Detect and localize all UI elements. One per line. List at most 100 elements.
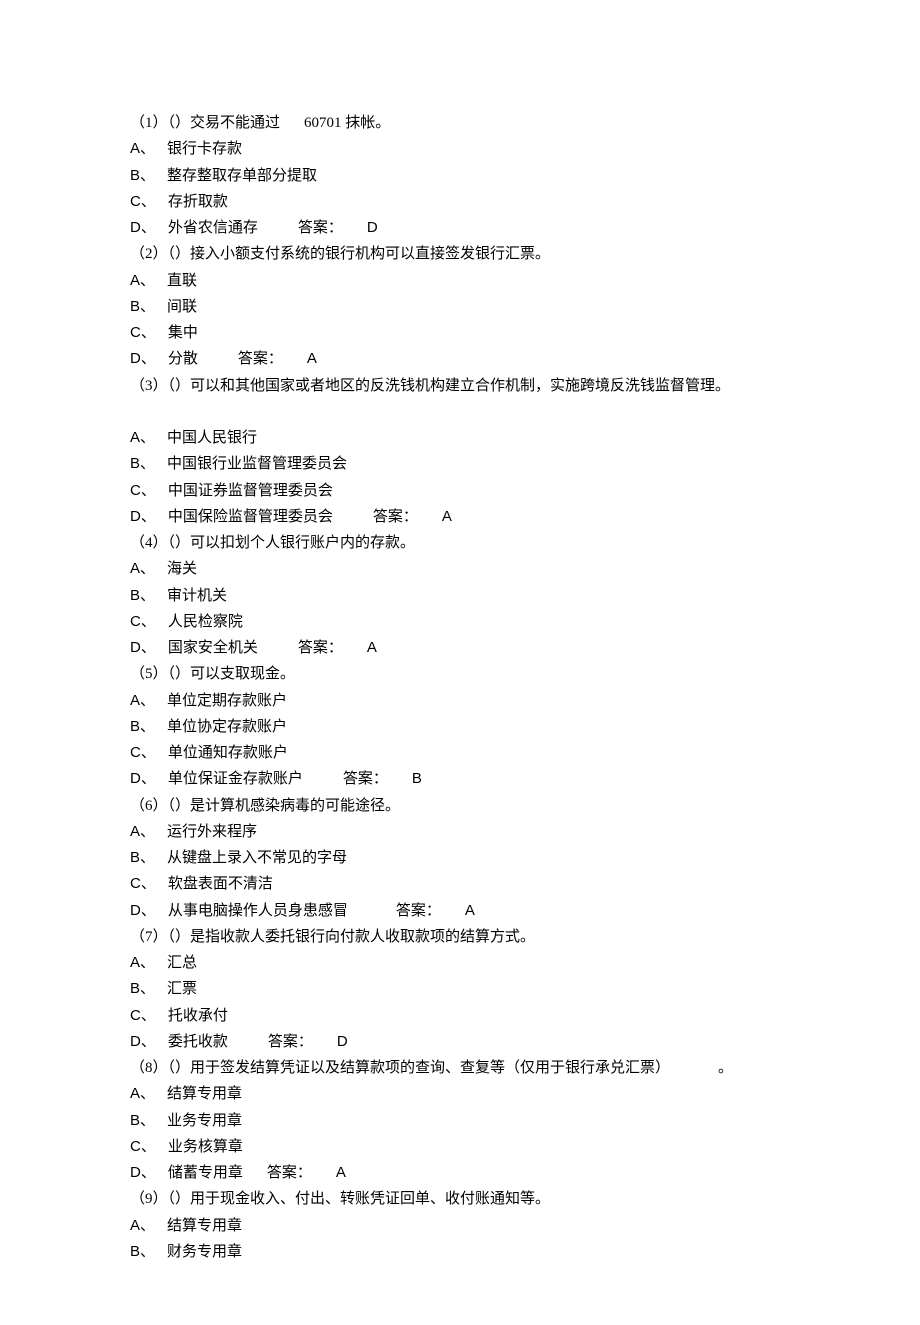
option-text: 从键盘上录入不常见的字母	[167, 850, 347, 866]
option-text: 储蓄专用章	[168, 1165, 243, 1181]
option-label: A、	[130, 140, 155, 157]
option-text: 海关	[167, 561, 197, 577]
option-text: 委托收款	[168, 1034, 228, 1050]
option-line: C、人民检察院	[130, 609, 800, 635]
option-text: 外省农信通存	[168, 220, 258, 236]
answer-value: B	[412, 770, 422, 787]
question-text: （5）（）可以支取现金。	[130, 661, 800, 687]
option-text: 中国保险监督管理委员会	[168, 509, 333, 525]
option-line: A、结算专用章	[130, 1213, 800, 1239]
option-label: C、	[130, 324, 156, 341]
option-line: B、审计机关	[130, 583, 800, 609]
answer-label: 答案：	[396, 903, 441, 919]
option-text: 银行卡存款	[167, 141, 242, 157]
option-line: D、中国保险监督管理委员会答案：A	[130, 504, 800, 530]
option-text: 汇总	[167, 955, 197, 971]
answer-label: 答案：	[238, 351, 283, 367]
option-label: D、	[130, 639, 156, 656]
option-line: A、运行外来程序	[130, 819, 800, 845]
option-label: A、	[130, 954, 155, 971]
question-text: （6）（）是计算机感染病毒的可能途径。	[130, 793, 800, 819]
option-line: A、中国人民银行	[130, 425, 800, 451]
answer-label: 答案：	[298, 220, 343, 236]
option-label: C、	[130, 744, 156, 761]
question-tail: 。	[718, 1060, 733, 1076]
option-label: B、	[130, 980, 155, 997]
option-label: C、	[130, 482, 156, 499]
option-text: 运行外来程序	[167, 824, 257, 840]
option-text: 存折取款	[168, 194, 228, 210]
option-text: 直联	[167, 273, 197, 289]
option-line: C、托收承付	[130, 1003, 800, 1029]
answer-value: A	[367, 639, 377, 656]
option-line: B、单位协定存款账户	[130, 714, 800, 740]
option-text: 集中	[168, 325, 198, 341]
option-label: A、	[130, 560, 155, 577]
option-line: D、分散答案：A	[130, 346, 800, 372]
question-stem: （9）（）用于现金收入、付出、转账凭证回单、收付账通知等。	[130, 1191, 550, 1207]
option-line: B、中国银行业监督管理委员会	[130, 451, 800, 477]
option-text: 汇票	[167, 981, 197, 997]
question-stem: （2）（）接入小额支付系统的银行机构可以直接签发银行汇票。	[130, 246, 550, 262]
answer-value: A	[465, 902, 475, 919]
option-label: C、	[130, 875, 156, 892]
question-extra: 60701 抹帐。	[304, 115, 390, 131]
option-text: 分散	[168, 351, 198, 367]
option-line: C、软盘表面不清洁	[130, 871, 800, 897]
option-line: A、海关	[130, 556, 800, 582]
option-text: 从事电脑操作人员身患感冒	[168, 903, 348, 919]
answer-value: D	[337, 1033, 348, 1050]
option-text: 整存整取存单部分提取	[167, 168, 317, 184]
question-text: （8）（）用于签发结算凭证以及结算款项的查询、查复等（仅用于银行承兑汇票）。	[130, 1055, 800, 1081]
option-line: D、国家安全机关答案：A	[130, 635, 800, 661]
option-label: C、	[130, 193, 156, 210]
answer-label: 答案：	[343, 771, 388, 787]
option-text: 审计机关	[167, 588, 227, 604]
option-line: A、汇总	[130, 950, 800, 976]
question-text: （2）（）接入小额支付系统的银行机构可以直接签发银行汇票。	[130, 241, 800, 267]
option-label: A、	[130, 1085, 155, 1102]
option-text: 中国证券监督管理委员会	[168, 483, 333, 499]
option-label: D、	[130, 1033, 156, 1050]
option-label: B、	[130, 298, 155, 315]
option-text: 单位定期存款账户	[167, 693, 287, 709]
option-label: B、	[130, 1112, 155, 1129]
answer-value: A	[336, 1164, 346, 1181]
option-line: A、银行卡存款	[130, 136, 800, 162]
option-label: A、	[130, 1217, 155, 1234]
document-body: （1）（）交易不能通过60701 抹帐。A、银行卡存款B、整存整取存单部分提取C…	[130, 110, 800, 1265]
option-label: C、	[130, 1138, 156, 1155]
question-stem: （4）（）可以扣划个人银行账户内的存款。	[130, 535, 415, 551]
question-stem: （6）（）是计算机感染病毒的可能途径。	[130, 798, 400, 814]
question-text: （3）（）可以和其他国家或者地区的反洗钱机构建立合作机制，实施跨境反洗钱监督管理…	[130, 373, 800, 399]
option-label: C、	[130, 613, 156, 630]
option-line: B、整存整取存单部分提取	[130, 163, 800, 189]
question-stem: （5）（）可以支取现金。	[130, 666, 295, 682]
option-label: A、	[130, 692, 155, 709]
option-label: B、	[130, 718, 155, 735]
option-text: 中国银行业监督管理委员会	[167, 456, 347, 472]
option-text: 单位通知存款账户	[168, 745, 288, 761]
option-text: 结算专用章	[167, 1086, 242, 1102]
option-label: A、	[130, 272, 155, 289]
option-label: C、	[130, 1007, 156, 1024]
option-label: B、	[130, 1243, 155, 1260]
answer-label: 答案：	[268, 1034, 313, 1050]
option-text: 人民检察院	[168, 614, 243, 630]
option-line: C、业务核算章	[130, 1134, 800, 1160]
option-line: D、储蓄专用章答案：A	[130, 1160, 800, 1186]
option-line: A、结算专用章	[130, 1081, 800, 1107]
option-line: B、间联	[130, 294, 800, 320]
question-stem: （1）（）交易不能通过	[130, 115, 280, 131]
question-stem: （3）（）可以和其他国家或者地区的反洗钱机构建立合作机制，实施跨境反洗钱监督管理…	[130, 378, 730, 394]
option-label: B、	[130, 849, 155, 866]
option-label: D、	[130, 770, 156, 787]
option-line: D、外省农信通存答案：D	[130, 215, 800, 241]
option-label: D、	[130, 508, 156, 525]
question-text: （1）（）交易不能通过 60701 抹帐。	[130, 110, 800, 136]
option-label: A、	[130, 429, 155, 446]
option-line: B、财务专用章	[130, 1239, 800, 1265]
option-line: C、单位通知存款账户	[130, 740, 800, 766]
option-line: B、从键盘上录入不常见的字母	[130, 845, 800, 871]
option-label: B、	[130, 167, 155, 184]
